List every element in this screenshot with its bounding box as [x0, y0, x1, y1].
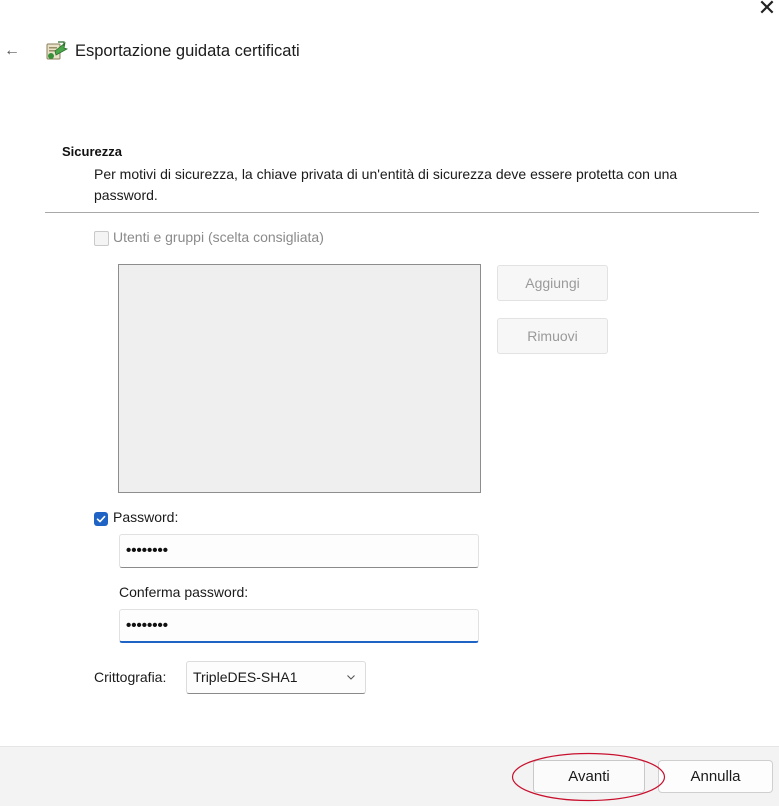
encryption-select[interactable]: TripleDES-SHA1: [186, 661, 366, 694]
users-groups-checkbox[interactable]: [94, 231, 109, 246]
confirm-password-value: ••••••••: [126, 617, 169, 634]
section-description: Per motivi di sicurezza, la chiave priva…: [94, 166, 678, 203]
add-button-label: Aggiungi: [525, 275, 580, 291]
certificate-wizard-icon: [44, 40, 68, 64]
chevron-down-icon: [347, 675, 355, 680]
password-label: Password:: [113, 509, 179, 525]
password-input[interactable]: ••••••••: [119, 534, 479, 568]
remove-button-label: Rimuovi: [527, 328, 578, 344]
checkmark-icon: [96, 515, 106, 523]
password-checkbox[interactable]: [94, 512, 108, 526]
back-arrow-icon: ←: [4, 42, 20, 59]
cancel-button-label: Annulla: [690, 768, 741, 785]
next-button[interactable]: Avanti: [533, 760, 645, 793]
remove-button[interactable]: Rimuovi: [497, 318, 608, 354]
users-groups-list[interactable]: [118, 264, 481, 493]
password-value: ••••••••: [126, 542, 169, 559]
encryption-label: Crittografia:: [94, 669, 167, 685]
next-button-label: Avanti: [568, 768, 610, 785]
header-divider: [45, 212, 759, 213]
encryption-selected-value: TripleDES-SHA1: [193, 669, 298, 685]
back-button[interactable]: ←: [2, 40, 22, 62]
confirm-password-input[interactable]: ••••••••: [119, 609, 479, 643]
cancel-button[interactable]: Annulla: [658, 760, 773, 793]
wizard-title: Esportazione guidata certificati: [75, 42, 300, 60]
confirm-password-label: Conferma password:: [119, 584, 249, 600]
close-button[interactable]: ✕: [752, 0, 779, 20]
close-icon: ✕: [757, 0, 777, 20]
add-button[interactable]: Aggiungi: [497, 265, 608, 301]
section-title: Sicurezza: [62, 144, 122, 159]
users-groups-label: Utenti e gruppi (scelta consigliata): [113, 229, 324, 245]
